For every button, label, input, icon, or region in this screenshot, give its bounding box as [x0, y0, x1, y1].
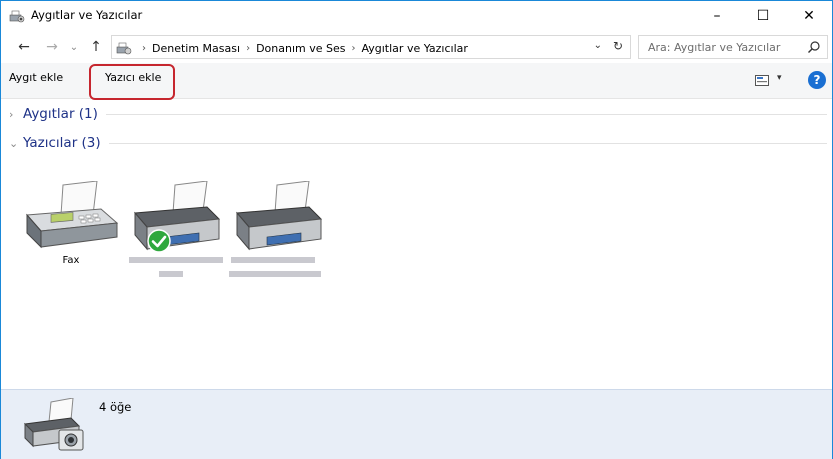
- obscured-printer-name: [229, 271, 321, 277]
- refresh-icon[interactable]: ↻: [613, 39, 623, 53]
- breadcrumb-separator: ›: [246, 42, 251, 54]
- group-label-printers[interactable]: Yazıcılar (3): [23, 135, 101, 151]
- obscured-printer-name: [231, 257, 315, 263]
- maximize-button[interactable]: ☐: [740, 1, 786, 31]
- group-printers[interactable]: ⌄ Yazıcılar (3): [9, 135, 827, 151]
- minimize-button[interactable]: –: [694, 1, 740, 31]
- printer-item-default[interactable]: [125, 181, 225, 281]
- breadcrumb-hardware-sound[interactable]: Donanım ve Ses: [256, 42, 345, 55]
- fax-icon: [25, 181, 119, 249]
- group-divider: [108, 142, 827, 144]
- title-bar: Aygıtlar ve Yazıcılar – ☐ ✕: [1, 1, 832, 31]
- window: Aygıtlar ve Yazıcılar – ☐ ✕ ← → ⌄ ↑ › De…: [0, 0, 833, 459]
- printer-icon: [235, 181, 323, 251]
- printer-icon: [133, 181, 221, 251]
- add-printer-button[interactable]: Yazıcı ekle: [105, 71, 161, 84]
- up-button[interactable]: ↑: [87, 37, 105, 57]
- command-bar: Aygıt ekle Yazıcı ekle ▾ ?: [1, 63, 832, 100]
- chevron-down-icon[interactable]: ⌄: [9, 137, 23, 150]
- details-pane: 4 öğe: [1, 389, 832, 459]
- view-options-dropdown[interactable]: ▾: [777, 73, 782, 83]
- window-title: Aygıtlar ve Yazıcılar: [31, 8, 143, 22]
- add-device-button[interactable]: Aygıt ekle: [9, 71, 63, 84]
- breadcrumb: › Denetim Masası › Donanım ve Ses › Aygı…: [116, 40, 468, 56]
- back-button[interactable]: ←: [15, 37, 33, 57]
- help-icon[interactable]: ?: [808, 71, 826, 89]
- breadcrumb-separator: ›: [351, 42, 356, 54]
- obscured-printer-name: [159, 271, 183, 277]
- forward-button[interactable]: →: [43, 37, 61, 57]
- breadcrumb-separator: ›: [142, 42, 146, 54]
- search-input[interactable]: [639, 36, 804, 58]
- change-view-icon[interactable]: [755, 75, 769, 86]
- breadcrumb-control-panel[interactable]: Denetim Masası: [152, 42, 240, 55]
- search-icon[interactable]: [807, 40, 821, 54]
- printer-label: Fax: [62, 255, 80, 266]
- breadcrumb-devices-printers[interactable]: Aygıtlar ve Yazıcılar: [361, 42, 467, 55]
- close-button[interactable]: ✕: [786, 1, 832, 31]
- devices-printers-icon: [116, 42, 132, 55]
- devices-printers-icon: [23, 398, 84, 451]
- recent-locations-button[interactable]: ⌄: [67, 37, 81, 57]
- printer-item-fax[interactable]: Fax: [21, 181, 121, 277]
- chevron-right-icon[interactable]: ›: [9, 108, 23, 121]
- default-printer-check-icon: [147, 229, 171, 253]
- navigation-bar: ← → ⌄ ↑ › Denetim Masası › Donanım ve Se…: [1, 34, 832, 60]
- obscured-printer-name: [129, 257, 223, 263]
- printer-item[interactable]: [227, 181, 327, 281]
- item-count: 4 öğe: [99, 400, 132, 414]
- group-label-devices[interactable]: Aygıtlar (1): [23, 106, 98, 122]
- search-box[interactable]: [638, 35, 828, 59]
- group-devices[interactable]: › Aygıtlar (1): [9, 106, 827, 122]
- devices-printers-icon: [9, 10, 25, 23]
- chevron-down-icon[interactable]: ⌄: [594, 40, 602, 51]
- address-bar[interactable]: › Denetim Masası › Donanım ve Ses › Aygı…: [111, 35, 631, 59]
- group-divider: [105, 113, 827, 115]
